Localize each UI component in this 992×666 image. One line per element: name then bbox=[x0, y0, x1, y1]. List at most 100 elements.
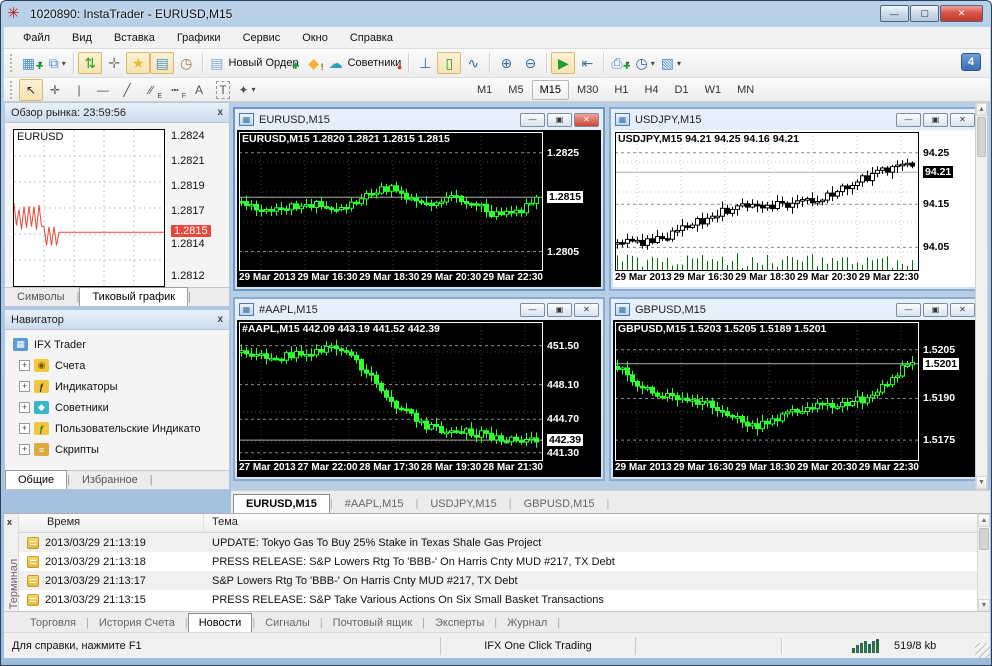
menu-Сервис[interactable]: Сервис bbox=[232, 29, 292, 47]
new-order-button[interactable]: ▤ ✚ Новый Ордер bbox=[207, 52, 301, 74]
tree-item-root[interactable]: ▦ IFX Trader bbox=[9, 334, 225, 355]
timeframe-H1[interactable]: H1 bbox=[606, 80, 636, 100]
chart-close-button[interactable]: ✕ bbox=[574, 112, 599, 127]
menu-Файл[interactable]: Файл bbox=[12, 29, 61, 47]
chart-plot-area[interactable] bbox=[239, 322, 543, 461]
terminal-tab-сигналы[interactable]: Сигналы bbox=[255, 614, 320, 632]
chart-window-gbpusdm15[interactable]: ▦ GBPUSD,M15 — ▣ ✕ GBPUSD,M15 1.5203 1.5205 1… bbox=[609, 297, 981, 481]
zoom-out-button[interactable]: ⊖ bbox=[518, 52, 542, 74]
tree-item-custom-indicators[interactable]: + ƒ Пользовательские Индикато bbox=[9, 418, 225, 439]
terminal-tab-история-счета[interactable]: История Счета bbox=[89, 614, 185, 632]
chart-bars-button[interactable]: ⊥ bbox=[413, 52, 437, 74]
trendline-tool-button[interactable]: ╱ bbox=[115, 79, 139, 101]
navigator-close-icon[interactable]: x bbox=[217, 314, 223, 325]
expand-icon[interactable]: + bbox=[19, 444, 30, 455]
chart-restore-button[interactable]: ▣ bbox=[547, 112, 572, 127]
timeframe-MN[interactable]: MN bbox=[729, 80, 762, 100]
chart-plot-area[interactable] bbox=[239, 132, 543, 271]
chart-window-titlebar[interactable]: ▦ EURUSD,M15 — ▣ ✕ bbox=[235, 109, 603, 130]
scrollbar-thumb[interactable] bbox=[979, 528, 989, 550]
menu-Справка[interactable]: Справка bbox=[339, 29, 404, 47]
fibonacci-tool-button[interactable]: ┅ F bbox=[163, 79, 187, 101]
chart-window-titlebar[interactable]: ▦ GBPUSD,M15 — ▣ ✕ bbox=[611, 299, 979, 320]
expand-icon[interactable]: + bbox=[19, 423, 30, 434]
chart-window-titlebar[interactable]: ▦ #AAPL,M15 — ▣ ✕ bbox=[235, 299, 603, 320]
expand-icon[interactable]: + bbox=[19, 360, 30, 371]
market-watch-close-icon[interactable]: x bbox=[217, 107, 223, 118]
news-row[interactable]: 2013/03/29 21:13:15 PRESS RELEASE: S&P Ta… bbox=[19, 590, 977, 609]
navigator-toggle-button[interactable]: ★ bbox=[126, 52, 151, 74]
chart-line-button[interactable]: ∿ bbox=[461, 52, 485, 74]
text-label-tool-button[interactable]: T bbox=[211, 79, 235, 101]
timeframe-M30[interactable]: M30 bbox=[569, 80, 606, 100]
navigator-tab-2[interactable]: Избранное bbox=[70, 471, 150, 489]
terminal-tab-эксперты[interactable]: Эксперты bbox=[425, 614, 494, 632]
tick-chart[interactable]: EURUSD bbox=[13, 129, 165, 287]
news-row[interactable]: 2013/03/29 21:13:17 S&P Lowers Rtg To 'BB… bbox=[19, 571, 977, 590]
maximize-button[interactable]: ▢ bbox=[910, 5, 939, 22]
workspace-scrollbar[interactable]: ▲ ▼ bbox=[975, 102, 988, 490]
navigator-tab-1[interactable]: Общие bbox=[5, 470, 68, 489]
tree-item-indicators[interactable]: + ƒ Индикаторы bbox=[9, 376, 225, 397]
terminal-tab-новости[interactable]: Новости bbox=[187, 613, 253, 633]
menu-Графики[interactable]: Графики bbox=[166, 29, 232, 47]
resize-grip[interactable] bbox=[975, 643, 990, 658]
auto-scroll-button[interactable]: ▶ bbox=[551, 52, 576, 74]
chart-plot-area[interactable] bbox=[615, 132, 919, 271]
market-watch-toggle-button[interactable]: ⇅ bbox=[78, 52, 103, 74]
tree-item-advisors[interactable]: + ◆ Советники bbox=[9, 397, 225, 418]
new-chart-button[interactable]: ▦ ✚ ▾ bbox=[19, 52, 45, 74]
menu-Вставка[interactable]: Вставка bbox=[103, 29, 166, 47]
news-scrollbar[interactable]: ▲ ▼ bbox=[977, 514, 990, 612]
crosshair-tool-button[interactable]: ✛ bbox=[43, 79, 67, 101]
tree-item-accounts[interactable]: + ◉ Счета bbox=[9, 355, 225, 376]
terminal-toggle-button[interactable]: ▤ bbox=[150, 52, 175, 74]
templates-button[interactable]: ▧ ▾ bbox=[658, 52, 684, 74]
chart-minimize-button[interactable]: — bbox=[896, 112, 921, 127]
chart-minimize-button[interactable]: — bbox=[896, 302, 921, 317]
expand-icon[interactable]: + bbox=[19, 381, 30, 392]
chart-minimize-button[interactable]: — bbox=[520, 112, 545, 127]
chart-plot-area[interactable] bbox=[615, 322, 919, 461]
terminal-tab-почтовый-ящик[interactable]: Почтовый ящик bbox=[323, 614, 422, 632]
text-tool-button[interactable]: A bbox=[187, 79, 211, 101]
market-watch-tab-2[interactable]: Тиковый график bbox=[79, 287, 189, 306]
timeframe-D1[interactable]: D1 bbox=[667, 80, 697, 100]
indicators-button[interactable]: ⎙ ✚ ▾ bbox=[608, 52, 632, 74]
chart-close-button[interactable]: ✕ bbox=[574, 302, 599, 317]
menu-Вид[interactable]: Вид bbox=[61, 29, 103, 47]
timeframe-M5[interactable]: M5 bbox=[500, 80, 531, 100]
terminal-tab-журнал[interactable]: Журнал bbox=[497, 614, 557, 632]
chart-tab-aaplm15[interactable]: #AAPL,M15 bbox=[333, 495, 416, 513]
chart-window-usdjpym15[interactable]: ▦ USDJPY,M15 — ▣ ✕ USDJPY,M15 94.21 94.25 94.… bbox=[609, 107, 981, 291]
chart-tab-usdjpym15[interactable]: USDJPY,M15 bbox=[418, 495, 508, 513]
profiles-button[interactable]: ⧉ ▾ bbox=[45, 52, 69, 74]
timeframe-H4[interactable]: H4 bbox=[636, 80, 666, 100]
alert-button[interactable]: ◆! bbox=[302, 52, 326, 74]
strategy-tester-button[interactable]: ◷ bbox=[174, 52, 198, 74]
expert-advisors-button[interactable]: ☁ ● Советники bbox=[326, 52, 405, 74]
periods-button[interactable]: ◷ ▾ bbox=[633, 52, 658, 74]
equidistant-channel-tool-button[interactable]: ∕∕ E bbox=[139, 79, 163, 101]
chart-candles-button[interactable]: ▯ bbox=[437, 52, 462, 74]
chart-restore-button[interactable]: ▣ bbox=[547, 302, 572, 317]
cursor-tool-button[interactable]: ↖ bbox=[19, 78, 43, 101]
scrollbar-thumb[interactable] bbox=[977, 117, 986, 157]
chart-window-eurusdm15[interactable]: ▦ EURUSD,M15 — ▣ ✕ EURUSD,M15 1.2820 1.2821 1… bbox=[233, 107, 605, 291]
status-trading-mode[interactable]: IFX One Click Trading bbox=[440, 636, 636, 655]
chart-restore-button[interactable]: ▣ bbox=[923, 302, 948, 317]
chart-close-button[interactable]: ✕ bbox=[950, 112, 975, 127]
close-button[interactable]: ✕ bbox=[940, 5, 983, 22]
chart-shift-button[interactable]: ⇤ bbox=[575, 52, 599, 74]
column-header-time[interactable]: Время bbox=[19, 514, 204, 532]
chart-tab-gbpusdm15[interactable]: GBPUSD,M15 bbox=[512, 495, 607, 513]
timeframe-M1[interactable]: M1 bbox=[469, 80, 500, 100]
market-watch-tab-1[interactable]: Символы bbox=[5, 288, 77, 306]
chart-close-button[interactable]: ✕ bbox=[950, 302, 975, 317]
news-row[interactable]: 2013/03/29 21:13:18 PRESS RELEASE: S&P Lo… bbox=[19, 552, 977, 571]
news-row[interactable]: 2013/03/29 21:13:19 UPDATE: Tokyo Gas To … bbox=[19, 533, 977, 552]
timeframe-W1[interactable]: W1 bbox=[697, 80, 730, 100]
scroll-up-icon[interactable]: ▲ bbox=[976, 103, 987, 116]
arrows-tool-button[interactable]: ✦ ▾ bbox=[235, 79, 259, 101]
chart-tab-eurusdm15[interactable]: EURUSD,M15 bbox=[233, 494, 330, 513]
